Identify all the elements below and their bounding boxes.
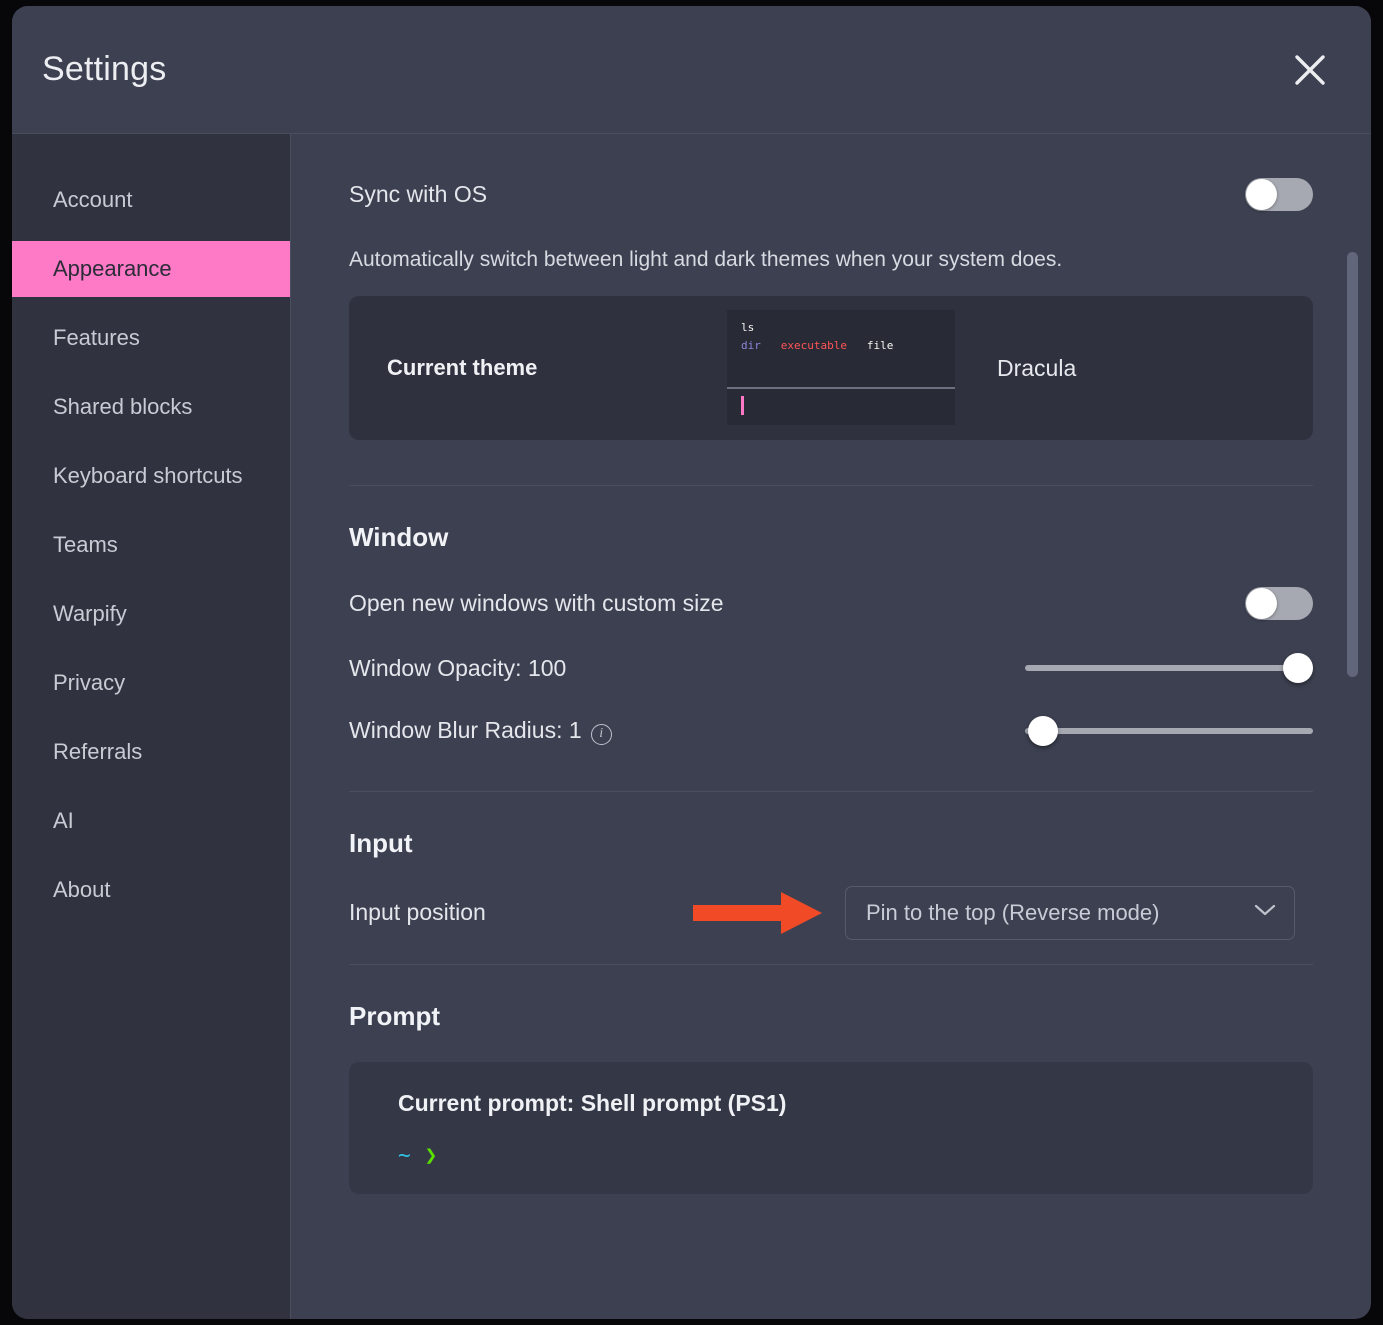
sidebar-item-keyboard-shortcuts[interactable]: Keyboard shortcuts [12, 448, 290, 504]
divider-prompt [349, 964, 1313, 965]
sidebar-item-about[interactable]: About [12, 862, 290, 918]
preview-exec: executable [781, 339, 847, 352]
toggle-knob [1246, 588, 1277, 619]
sync-with-os-label: Sync with OS [349, 181, 487, 208]
sidebar-item-label: Teams [53, 532, 118, 558]
window-body: Account Appearance Features Shared block… [12, 134, 1371, 1319]
sidebar-item-label: Referrals [53, 739, 142, 765]
current-theme-card[interactable]: Current theme ls dir executable file [349, 296, 1313, 440]
divider-input [349, 791, 1313, 792]
slider-thumb[interactable] [1283, 653, 1313, 683]
sync-with-os-description: Automatically switch between light and d… [349, 248, 1313, 272]
page-title: Settings [42, 50, 166, 89]
window-opacity-row: Window Opacity: 100 [349, 653, 1313, 683]
preview-line-1: ls [741, 319, 941, 337]
theme-preview: ls dir executable file [727, 310, 955, 425]
sidebar-item-label: About [53, 877, 111, 903]
sidebar-item-account[interactable]: Account [12, 172, 290, 228]
sidebar-item-referrals[interactable]: Referrals [12, 724, 290, 780]
slider-track [1025, 728, 1313, 734]
appearance-panel: Sync with OS Automatically switch betwee… [291, 134, 1371, 1319]
section-title-input: Input [349, 828, 1313, 859]
chevron-down-icon [1254, 903, 1276, 922]
info-icon[interactable]: i [591, 724, 612, 745]
current-prompt-heading: Current prompt: Shell prompt (PS1) [398, 1090, 1313, 1117]
slider-track [1025, 665, 1313, 671]
settings-window: Settings Account Appearance Features Sha… [12, 6, 1371, 1319]
input-position-label: Input position [349, 899, 486, 926]
custom-size-row: Open new windows with custom size [349, 587, 1313, 620]
sidebar-item-label: Appearance [53, 256, 172, 282]
theme-preview-input [727, 389, 955, 425]
sidebar-item-shared-blocks[interactable]: Shared blocks [12, 379, 290, 435]
sync-with-os-row: Sync with OS [349, 178, 1313, 211]
text-cursor-icon [741, 396, 744, 415]
custom-size-toggle[interactable] [1245, 587, 1313, 620]
sidebar-item-warpify[interactable]: Warpify [12, 586, 290, 642]
toggle-knob [1246, 179, 1277, 210]
arrow-right-icon [693, 890, 823, 936]
theme-preview-terminal: ls dir executable file [727, 310, 955, 387]
prompt-tilde: ~ [398, 1143, 411, 1167]
preview-dir: dir [741, 339, 761, 352]
input-position-value: Pin to the top (Reverse mode) [866, 900, 1159, 926]
sidebar-item-label: AI [53, 808, 74, 834]
divider-window [349, 485, 1313, 486]
section-title-prompt: Prompt [349, 1001, 1313, 1032]
sidebar-item-privacy[interactable]: Privacy [12, 655, 290, 711]
slider-thumb[interactable] [1028, 716, 1058, 746]
current-theme-name: Dracula [997, 355, 1076, 382]
current-theme-label: Current theme [387, 355, 727, 381]
settings-sidebar: Account Appearance Features Shared block… [12, 134, 291, 1319]
window-blur-label: Window Blur Radius: 1 i [349, 717, 612, 745]
section-title-window: Window [349, 522, 1313, 553]
settings-content-area: Sync with OS Automatically switch betwee… [291, 134, 1371, 1319]
window-blur-row: Window Blur Radius: 1 i [349, 716, 1313, 746]
window-opacity-label: Window Opacity: 100 [349, 655, 566, 682]
window-blur-label-text: Window Blur Radius: 1 [349, 717, 582, 743]
sidebar-item-ai[interactable]: AI [12, 793, 290, 849]
current-prompt-card[interactable]: Current prompt: Shell prompt (PS1) ~❯ [349, 1062, 1313, 1194]
prompt-preview: ~❯ [398, 1143, 1313, 1167]
sidebar-item-label: Warpify [53, 601, 127, 627]
sidebar-item-label: Shared blocks [53, 394, 192, 420]
window-opacity-slider[interactable] [1025, 653, 1313, 683]
sidebar-item-features[interactable]: Features [12, 310, 290, 366]
preview-file: file [867, 339, 894, 352]
input-position-row: Input position Pin to the top (Reverse m… [349, 899, 1313, 926]
sidebar-item-label: Features [53, 325, 140, 351]
input-position-select[interactable]: Pin to the top (Reverse mode) [845, 886, 1295, 940]
custom-size-label: Open new windows with custom size [349, 590, 724, 617]
sidebar-item-label: Privacy [53, 670, 125, 696]
sidebar-item-label: Account [53, 187, 133, 213]
window-blur-slider[interactable] [1025, 716, 1313, 746]
content-scrollbar[interactable] [1347, 252, 1358, 677]
sidebar-item-appearance[interactable]: Appearance [12, 241, 290, 297]
sidebar-item-teams[interactable]: Teams [12, 517, 290, 573]
preview-line-2: dir executable file [741, 337, 941, 355]
sidebar-item-label: Keyboard shortcuts [53, 463, 243, 489]
title-bar: Settings [12, 6, 1371, 134]
close-icon[interactable] [1287, 47, 1333, 93]
sync-with-os-toggle[interactable] [1245, 178, 1313, 211]
prompt-chevron-icon: ❯ [425, 1143, 438, 1167]
